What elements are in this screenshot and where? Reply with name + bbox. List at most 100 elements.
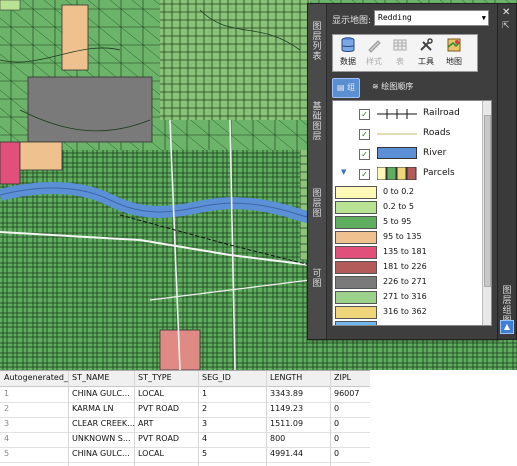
table-cell[interactable]: CLEAR CREEK... — [72, 419, 135, 428]
side-tab-base-layers[interactable]: 基础图层 — [311, 102, 323, 142]
layers-tab-icon: ▤ — [337, 83, 348, 92]
table-cell[interactable]: 3343.89 — [270, 389, 303, 398]
table-cell[interactable]: 3 — [202, 419, 207, 428]
roads-checkbox[interactable]: ✓ — [359, 129, 370, 140]
layer-name-roads: Roads — [423, 128, 451, 138]
column-header[interactable]: Autogenerated_ — [4, 373, 68, 382]
side-tab-layer-list[interactable]: 图层列表 — [311, 22, 323, 62]
table-row[interactable]: 4 UNKNOWN S... PVT ROAD 4 800 0 — [0, 432, 370, 448]
tab-draw-order-label: 绘图顺序 — [381, 82, 414, 91]
tools-button[interactable]: 工具 — [415, 37, 437, 67]
table-cell[interactable]: 2 — [202, 404, 207, 413]
table-button[interactable]: 表 — [389, 37, 411, 67]
roads-symbol-icon — [377, 133, 417, 135]
table-row[interactable]: 1 CHINA GULC... LOCAL 1 3343.89 96007 — [0, 387, 370, 403]
data-button-label: 数据 — [340, 57, 356, 66]
table-row[interactable]: 3 CLEAR CREEK... ART 3 1511.09 0 — [0, 417, 370, 433]
table-row[interactable]: 2 KARMA LN PVT ROAD 2 1149.23 0 — [0, 402, 370, 418]
side-tab-layer-map[interactable]: 图层图 — [311, 189, 323, 219]
column-header[interactable]: LENGTH — [270, 373, 302, 382]
display-map-select[interactable]: Redding ▼ — [374, 10, 489, 26]
panel-side-strip: 图层列表 基础图层 图层图 可图 — [308, 4, 327, 339]
class-swatch — [335, 246, 377, 259]
table-cell[interactable]: 1 — [202, 389, 207, 398]
legend-scroll-thumb[interactable] — [484, 115, 491, 287]
table-cell[interactable]: 1511.09 — [270, 419, 303, 428]
table-cell[interactable]: 5 — [202, 449, 207, 458]
table-cell[interactable]: KARMA LN — [72, 404, 114, 413]
parcels-checkbox[interactable]: ✓ — [359, 169, 370, 180]
parcel-class-row[interactable]: 181 to 226 — [333, 260, 483, 275]
table-cell[interactable]: 0 — [334, 419, 339, 428]
panel-right-strip: ✕ ⇱ 图层组图 ▲ — [497, 3, 517, 340]
table-cell[interactable]: 4 — [4, 434, 9, 443]
table-icon — [393, 39, 407, 51]
column-divider[interactable] — [330, 371, 331, 466]
class-swatch — [335, 291, 377, 304]
table-cell[interactable]: ART — [138, 419, 153, 428]
expand-arrow-icon[interactable]: ▼ — [341, 168, 346, 176]
parcel-class-row[interactable]: 0.2 to 5 — [333, 200, 483, 215]
river-symbol-icon — [377, 147, 417, 159]
column-divider[interactable] — [68, 371, 69, 466]
class-label: 5 to 95 — [383, 217, 412, 226]
table-cell[interactable]: 800 — [270, 434, 285, 443]
layer-row-railroad[interactable]: ✓ Railroad — [333, 105, 483, 123]
tab-draw-order[interactable]: ≋ 绘图顺序 — [372, 78, 413, 96]
class-swatch — [335, 216, 377, 229]
column-divider[interactable] — [198, 371, 199, 466]
legend-scrollbar[interactable] — [482, 101, 491, 325]
table-cell[interactable]: LOCAL — [138, 449, 164, 458]
column-header[interactable]: ST_NAME — [72, 373, 109, 382]
parcel-class-row[interactable]: 5 to 95 — [333, 215, 483, 230]
parcel-class-row[interactable] — [333, 320, 483, 325]
table-cell[interactable]: 0 — [334, 404, 339, 413]
table-cell[interactable]: 4991.44 — [270, 449, 303, 458]
close-icon[interactable]: ✕ — [502, 7, 510, 18]
class-swatch — [335, 276, 377, 289]
data-button[interactable]: 数据 — [337, 37, 359, 67]
layer-panel: 图层列表 基础图层 图层图 可图 显示地图: Redding ▼ 数据 样式 表… — [307, 3, 499, 340]
column-header[interactable]: SEG_ID — [202, 373, 231, 382]
table-cell[interactable]: 2 — [4, 404, 9, 413]
table-cell[interactable]: CHINA GULC... — [72, 449, 130, 458]
table-cell[interactable]: CHINA GULC... — [72, 389, 130, 398]
side-tab-misc[interactable]: 可图 — [311, 269, 323, 289]
column-divider[interactable] — [134, 371, 135, 466]
table-cell[interactable]: 3 — [4, 419, 9, 428]
table-cell[interactable]: 1149.23 — [270, 404, 303, 413]
layer-legend: ✓ Railroad ✓ Roads ✓ River ▼ ✓ Parcels 0… — [332, 100, 492, 326]
table-cell[interactable]: PVT ROAD — [138, 434, 179, 443]
table-cell[interactable]: LOCAL — [138, 389, 164, 398]
panel-scroll-up-icon[interactable]: ▲ — [500, 320, 514, 334]
parcel-class-row[interactable]: 95 to 135 — [333, 230, 483, 245]
parcel-class-row[interactable]: 316 to 362 — [333, 305, 483, 320]
table-cell[interactable]: 96007 — [334, 389, 359, 398]
table-cell[interactable]: 0 — [334, 434, 339, 443]
parcel-class-row[interactable]: 135 to 181 — [333, 245, 483, 260]
parcel-class-row[interactable]: 271 to 316 — [333, 290, 483, 305]
river-checkbox[interactable]: ✓ — [359, 149, 370, 160]
style-button[interactable]: 样式 — [363, 37, 385, 67]
table-cell[interactable]: 5 — [4, 449, 9, 458]
column-header[interactable]: ZIPL — [334, 373, 351, 382]
column-header[interactable]: ST_TYPE — [138, 373, 172, 382]
table-row[interactable]: 5 CHINA GULC... LOCAL 5 4991.44 0 — [0, 447, 370, 463]
pin-icon[interactable]: ⇱ — [502, 21, 510, 31]
layer-row-river[interactable]: ✓ River — [333, 145, 483, 163]
table-cell[interactable]: 1 — [4, 389, 9, 398]
layer-row-roads[interactable]: ✓ Roads — [333, 125, 483, 143]
map-button[interactable]: 地图 — [443, 37, 465, 67]
table-cell[interactable]: UNKNOWN S... — [72, 434, 131, 443]
layer-toolbar: 数据 样式 表 工具 地图 — [332, 34, 478, 72]
railroad-checkbox[interactable]: ✓ — [359, 109, 370, 120]
table-cell[interactable]: PVT ROAD — [138, 404, 179, 413]
layer-row-parcels[interactable]: ▼ ✓ Parcels — [333, 165, 483, 183]
parcel-class-row[interactable]: 0 to 0.2 — [333, 185, 483, 200]
table-cell[interactable]: 0 — [334, 449, 339, 458]
table-cell[interactable]: 4 — [202, 434, 207, 443]
tools-icon — [420, 38, 433, 51]
tab-layers[interactable]: ▤ 组 — [332, 78, 361, 98]
column-divider[interactable] — [266, 371, 267, 466]
parcel-class-row[interactable]: 226 to 271 — [333, 275, 483, 290]
